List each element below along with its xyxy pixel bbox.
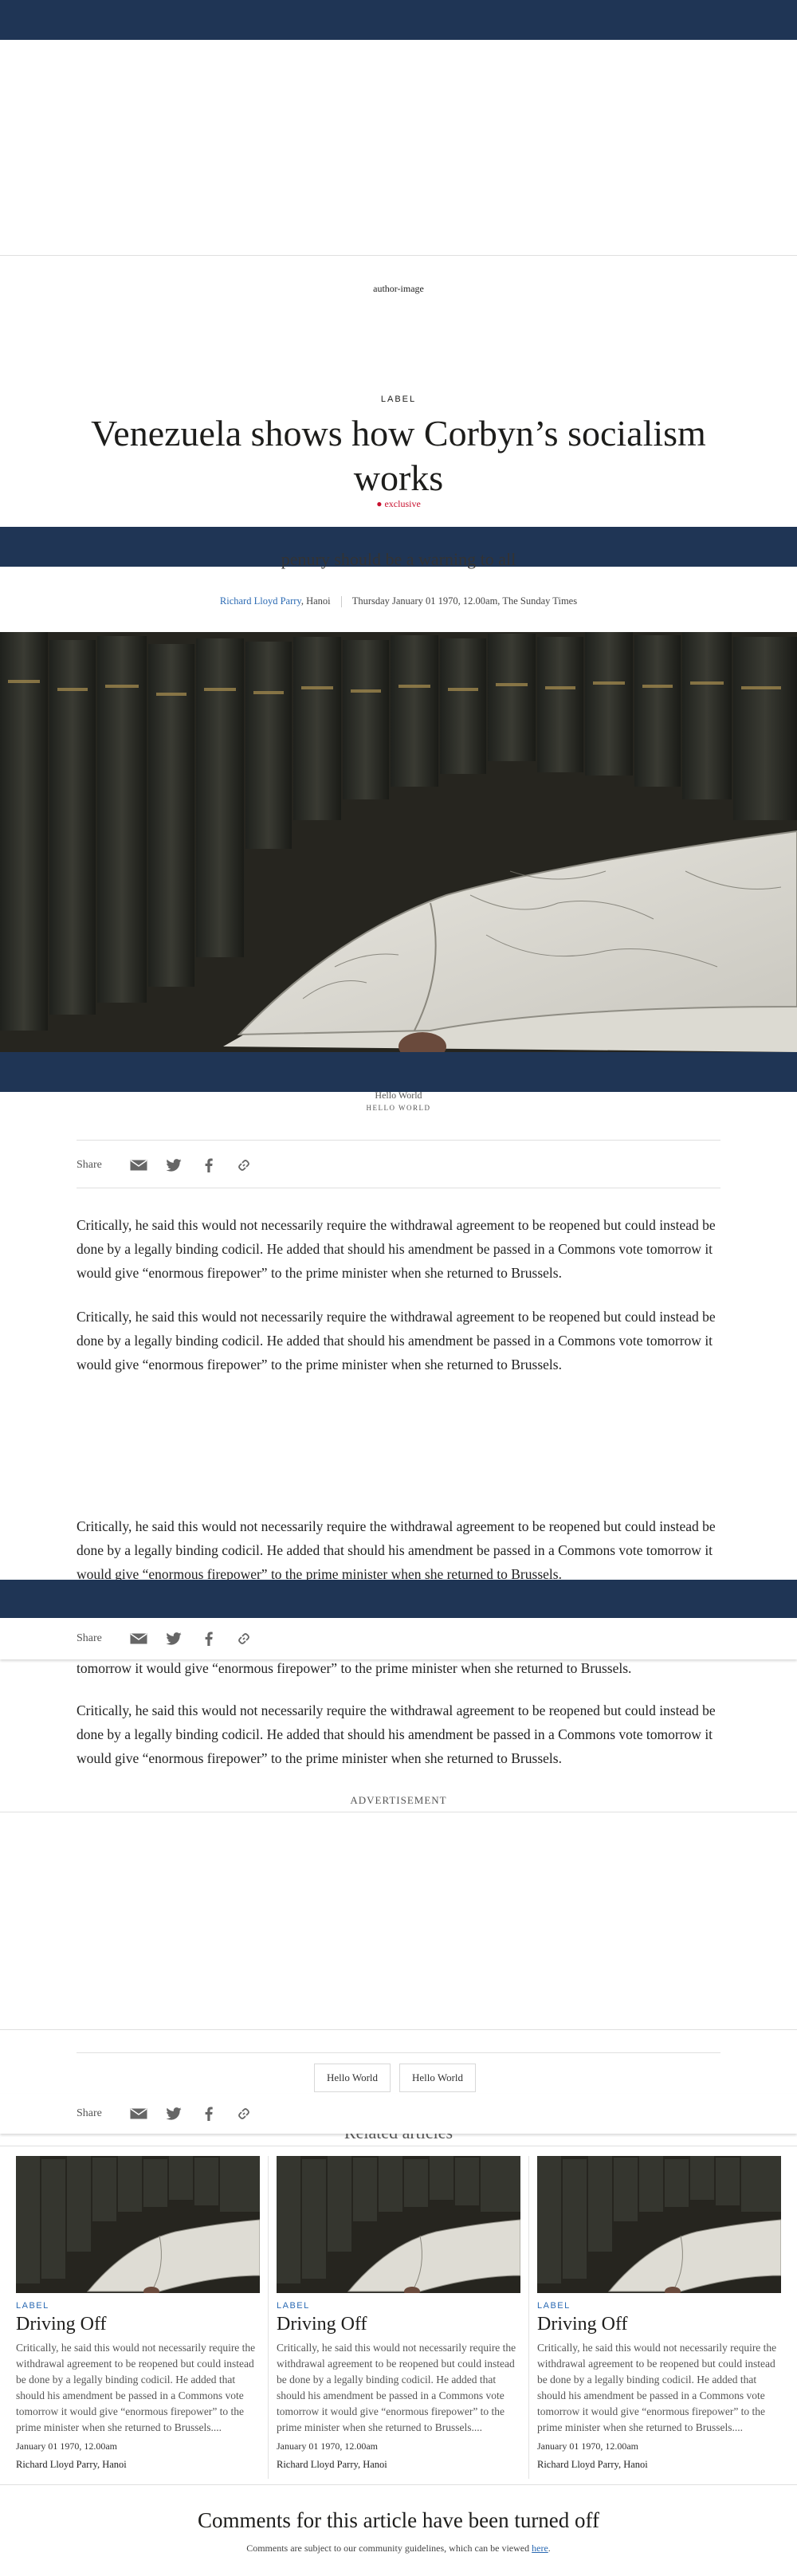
share-bar: Share	[77, 1629, 261, 1648]
exclusive-tag: ● exclusive	[0, 498, 797, 510]
article-label: LABEL	[380, 395, 417, 404]
advertisement-label: ADVERTISEMENT	[350, 1794, 447, 1806]
card-date: January 01 1970, 12.00am	[277, 2441, 378, 2452]
author-image: author-image	[373, 283, 424, 294]
card-author: Richard Lloyd Parry, Hanoi	[277, 2459, 387, 2470]
comments-note: Comments are subject to our community gu…	[0, 2543, 797, 2554]
card-divider	[528, 2156, 529, 2479]
header-divider	[0, 255, 797, 256]
card-divider	[268, 2156, 269, 2479]
exclusive-text: exclusive	[384, 498, 421, 509]
card-image	[537, 2156, 781, 2293]
card-author: Richard Lloyd Parry, Hanoi	[537, 2459, 648, 2470]
masthead-bar	[0, 0, 797, 40]
share-bar: Share	[77, 1156, 261, 1175]
share-label: Share	[77, 1632, 102, 1644]
author-location: , Hanoi	[300, 595, 331, 607]
guidelines-link[interactable]: here	[532, 2543, 548, 2554]
card-summary: Critically, he said this would not neces…	[537, 2342, 777, 2433]
card-title[interactable]: Driving Off	[16, 2314, 260, 2335]
byline-divider	[340, 596, 342, 608]
topics-divider	[77, 2052, 720, 2053]
author-link[interactable]: Richard Lloyd Parry	[220, 595, 301, 607]
email-icon[interactable]	[121, 2104, 156, 2123]
email-icon[interactable]	[121, 1629, 156, 1648]
link-icon[interactable]	[226, 1156, 261, 1175]
twitter-icon[interactable]	[156, 2104, 191, 2123]
topic-button[interactable]: Hello World	[399, 2064, 476, 2092]
article-paragraph: Critically, he said this would not neces…	[77, 1217, 716, 1281]
byline: Richard Lloyd Parry, Hanoi Thursday Janu…	[0, 595, 797, 608]
card-summary: Critically, he said this would not neces…	[277, 2342, 516, 2433]
card-date: January 01 1970, 12.00am	[16, 2441, 117, 2452]
article-paragraph-tail: tomorrow it would give “enormous firepow…	[77, 1660, 632, 1676]
email-icon[interactable]	[121, 1156, 156, 1175]
card-label: LABEL	[277, 2301, 310, 2311]
article-headline: Venezuela shows how Corbyn’s socialism w…	[91, 413, 706, 498]
card-summary: Critically, he said this would not neces…	[16, 2342, 256, 2433]
card-image	[16, 2156, 260, 2293]
share-divider-top	[77, 1140, 720, 1141]
comments-heading: Comments for this article have been turn…	[197, 2508, 600, 2532]
card-title[interactable]: Driving Off	[537, 2314, 781, 2335]
related-card[interactable]: LABEL Driving Off Critically, he said th…	[16, 2156, 260, 2471]
dateline: Thursday January 01 1970, 12.00am, The S…	[351, 595, 578, 607]
card-image	[277, 2156, 520, 2293]
link-icon[interactable]	[226, 1629, 261, 1648]
sticky-bar-3	[0, 1580, 797, 1618]
ad-divider-bottom	[0, 2029, 797, 2030]
link-icon[interactable]	[226, 2104, 261, 2123]
twitter-icon[interactable]	[156, 1629, 191, 1648]
related-heading: Related articles	[0, 2134, 797, 2142]
image-caption: Hello World	[375, 1090, 422, 1101]
comments-note-end: .	[548, 2543, 551, 2554]
floating-share-panel: Share	[0, 1618, 797, 1659]
sticky-bar-2	[0, 1052, 797, 1092]
article-paragraph: Critically, he said this would not neces…	[77, 1702, 716, 1766]
card-author: Richard Lloyd Parry, Hanoi	[16, 2459, 127, 2470]
share-label: Share	[77, 1159, 102, 1171]
facebook-icon[interactable]	[191, 1156, 226, 1175]
hero-image	[0, 632, 797, 1052]
card-date: January 01 1970, 12.00am	[537, 2441, 638, 2452]
card-label: LABEL	[16, 2301, 49, 2311]
topic-button[interactable]: Hello World	[314, 2064, 391, 2092]
twitter-icon[interactable]	[156, 1156, 191, 1175]
standfirst-fragment: penury should be a warning to all	[281, 553, 516, 569]
facebook-icon[interactable]	[191, 1629, 226, 1648]
article-paragraph: Critically, he said this would not neces…	[77, 1518, 716, 1580]
card-label: LABEL	[537, 2301, 571, 2311]
article-paragraph: Critically, he said this would not neces…	[77, 1309, 716, 1372]
comments-note-text: Comments are subject to our community gu…	[246, 2543, 532, 2554]
image-credit: HELLO WORLD	[366, 1104, 431, 1112]
floating-share-panel-bottom: Share	[0, 2094, 797, 2134]
share-label: Share	[77, 2107, 102, 2119]
share-bar: Share	[77, 2104, 261, 2123]
article-paragraph-clip: Critically, he said this would not neces…	[77, 1514, 720, 1580]
card-title[interactable]: Driving Off	[277, 2314, 520, 2335]
related-card[interactable]: LABEL Driving Off Critically, he said th…	[537, 2156, 781, 2471]
comments-divider	[0, 2484, 797, 2485]
related-card[interactable]: LABEL Driving Off Critically, he said th…	[277, 2156, 520, 2471]
hero-illustration	[0, 632, 797, 1052]
exclusive-dot: ●	[376, 498, 385, 509]
facebook-icon[interactable]	[191, 2104, 226, 2123]
